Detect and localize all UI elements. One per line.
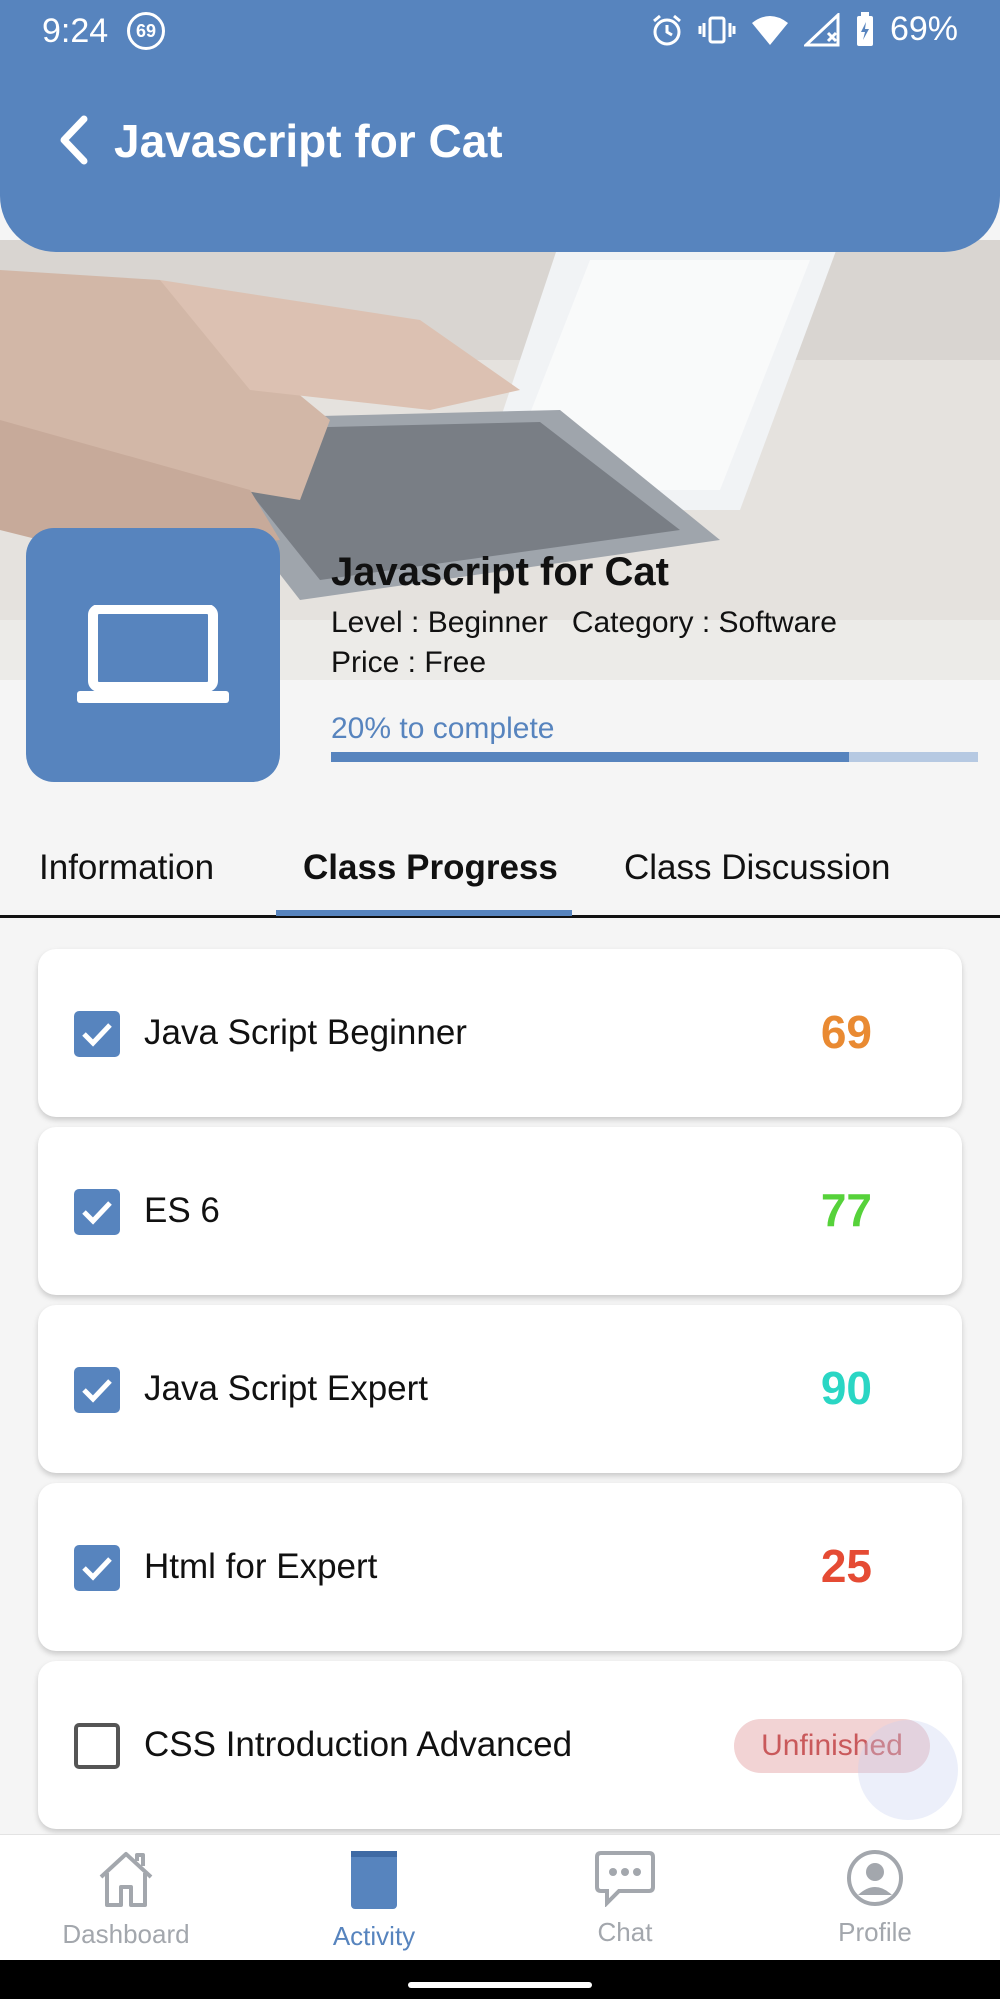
item-label: CSS Introduction Advanced bbox=[144, 1725, 573, 1764]
course-info: Javascript for Cat Level : Beginner Categ… bbox=[331, 550, 837, 683]
nav-activity[interactable]: Activity bbox=[274, 1849, 474, 1952]
item-label: Java Script Expert bbox=[144, 1369, 428, 1408]
nav-label: Dashboard bbox=[62, 1919, 190, 1949]
nav-label: Profile bbox=[838, 1917, 912, 1947]
item-score: 77 bbox=[820, 1184, 872, 1236]
bottom-nav: Dashboard Activity Chat Profile bbox=[0, 1834, 1000, 1960]
signal-icon bbox=[803, 12, 840, 46]
course-title: Javascript for Cat bbox=[331, 550, 669, 594]
course-progress-fill bbox=[331, 752, 849, 762]
tab-information[interactable]: Information bbox=[39, 848, 214, 888]
nav-dashboard[interactable]: Dashboard bbox=[26, 1849, 226, 1950]
back-button[interactable] bbox=[56, 112, 96, 168]
nav-label: Activity bbox=[332, 1921, 416, 1951]
checkbox-checked[interactable] bbox=[74, 1367, 120, 1413]
course-price: Price : Free bbox=[331, 646, 487, 679]
touch-ripple bbox=[858, 1720, 958, 1820]
battery-percent: 69% bbox=[889, 10, 958, 48]
check-icon bbox=[82, 1557, 112, 1581]
course-icon-tile bbox=[26, 528, 280, 782]
item-score: 69 bbox=[820, 1006, 872, 1058]
check-icon bbox=[82, 1379, 112, 1403]
tab-class-progress[interactable]: Class Progress bbox=[303, 848, 558, 888]
chat-icon bbox=[595, 1851, 655, 1907]
checkbox-checked[interactable] bbox=[74, 1011, 120, 1057]
nav-label: Chat bbox=[597, 1917, 653, 1947]
app-header: 9:24 69 69% Javascript for Cat bbox=[0, 0, 1000, 252]
progress-item[interactable]: Java Script Beginner 69 bbox=[38, 949, 962, 1117]
progress-item[interactable]: Java Script Expert 90 bbox=[38, 1305, 962, 1473]
item-score: 90 bbox=[820, 1362, 872, 1414]
checkbox-checked[interactable] bbox=[74, 1545, 120, 1591]
checkbox-checked[interactable] bbox=[74, 1189, 120, 1235]
chevron-left-icon bbox=[60, 115, 88, 165]
progress-item[interactable]: CSS Introduction Advanced Unfinished bbox=[38, 1661, 962, 1829]
nav-profile[interactable]: Profile bbox=[775, 1849, 975, 1948]
checkbox-unchecked[interactable] bbox=[74, 1723, 120, 1769]
home-gesture-handle[interactable] bbox=[408, 1982, 592, 1988]
status-icons: 69% bbox=[650, 10, 958, 49]
page-title: Javascript for Cat bbox=[114, 115, 503, 167]
nav-chat[interactable]: Chat bbox=[525, 1849, 725, 1948]
item-score: 25 bbox=[820, 1540, 872, 1592]
item-label: Html for Expert bbox=[144, 1547, 378, 1586]
tab-bar: Information Class Progress Class Discuss… bbox=[0, 820, 1000, 918]
progress-label: 20% to complete bbox=[331, 712, 555, 745]
alarm-icon bbox=[652, 14, 681, 45]
active-tab-indicator bbox=[276, 910, 572, 916]
notification-badge: 69 bbox=[127, 12, 165, 50]
progress-item[interactable]: ES 6 77 bbox=[38, 1127, 962, 1295]
status-time: 9:24 bbox=[42, 12, 109, 50]
check-icon bbox=[82, 1023, 112, 1047]
profile-icon bbox=[847, 1850, 903, 1906]
item-label: ES 6 bbox=[144, 1191, 220, 1230]
home-icon bbox=[99, 1852, 153, 1907]
battery-icon bbox=[856, 11, 873, 46]
course-meta-row: Level : Beginner Category : Software bbox=[331, 603, 837, 643]
course-level: Level : Beginner bbox=[331, 606, 548, 639]
progress-item[interactable]: Html for Expert 25 bbox=[38, 1483, 962, 1651]
book-icon bbox=[351, 1851, 397, 1909]
check-icon bbox=[82, 1201, 112, 1225]
system-gesture-bar bbox=[0, 1960, 1000, 1999]
item-label: Java Script Beginner bbox=[144, 1013, 467, 1052]
tab-class-discussion[interactable]: Class Discussion bbox=[624, 848, 890, 888]
course-progress-bar bbox=[331, 752, 978, 762]
wifi-icon bbox=[751, 15, 788, 45]
vibrate-icon bbox=[698, 16, 736, 43]
laptop-icon bbox=[77, 605, 229, 703]
course-category: Category : Software bbox=[571, 606, 837, 639]
